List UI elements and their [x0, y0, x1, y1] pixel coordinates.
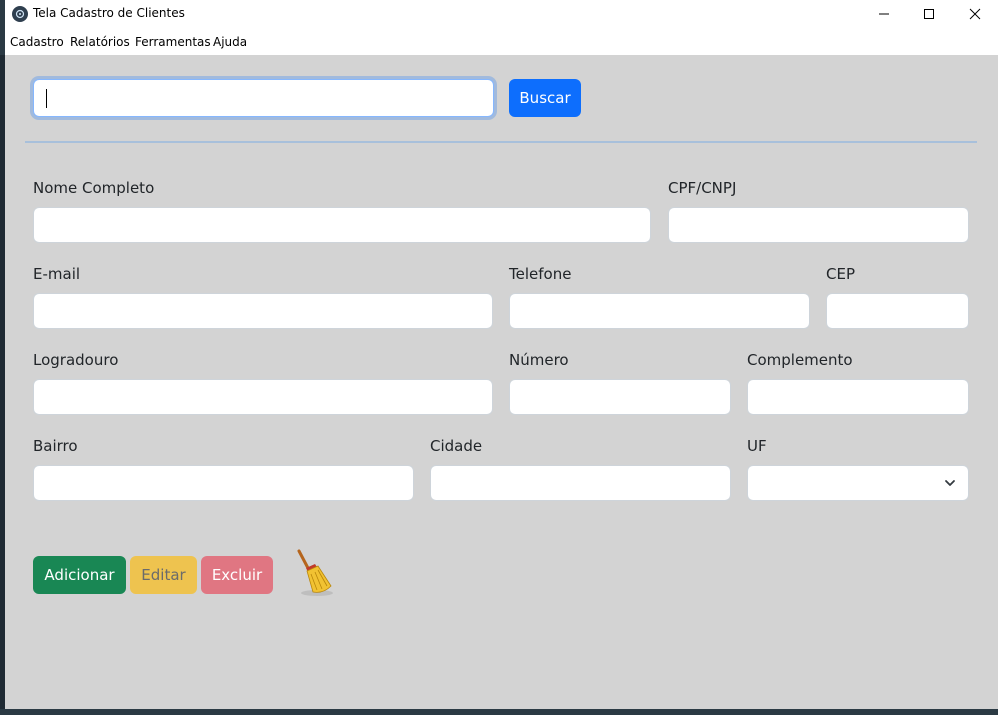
email-field[interactable] [33, 293, 493, 329]
cpf-label: CPF/CNPJ [668, 179, 737, 197]
title-bar: Tela Cadastro de Clientes [5, 0, 998, 28]
broom-icon[interactable] [289, 548, 339, 598]
search-input[interactable] [33, 79, 494, 117]
menu-ajuda[interactable]: Ajuda [213, 35, 247, 49]
nome-label: Nome Completo [33, 179, 155, 197]
numero-label: Número [509, 351, 569, 369]
close-button[interactable] [952, 0, 998, 28]
telefone-label: Telefone [509, 265, 572, 283]
adicionar-button[interactable]: Adicionar [33, 556, 126, 594]
menu-relatorios[interactable]: Relatórios [70, 35, 130, 49]
telefone-field[interactable] [509, 293, 810, 329]
chevron-down-icon [945, 480, 955, 486]
email-label: E-mail [33, 265, 81, 283]
numero-field[interactable] [509, 379, 731, 415]
uf-select[interactable] [747, 465, 969, 501]
search-button[interactable]: Buscar [509, 79, 581, 117]
desktop-taskbar-strip [0, 709, 998, 715]
excluir-button[interactable]: Excluir [201, 556, 273, 594]
bairro-field[interactable] [33, 465, 414, 501]
uf-label: UF [747, 437, 767, 455]
nome-field[interactable] [33, 207, 651, 243]
cidade-field[interactable] [430, 465, 731, 501]
editar-button[interactable]: Editar [130, 556, 197, 594]
cpf-field[interactable] [668, 207, 969, 243]
complemento-field[interactable] [747, 379, 969, 415]
maximize-icon [924, 9, 934, 19]
cep-field[interactable] [826, 293, 969, 329]
app-window: Tela Cadastro de Clientes Cadastro Relat… [5, 0, 998, 709]
app-icon [12, 6, 28, 22]
cidade-label: Cidade [430, 437, 483, 455]
minimize-icon [879, 13, 889, 15]
maximize-button[interactable] [906, 0, 952, 28]
logradouro-field[interactable] [33, 379, 493, 415]
cep-label: CEP [826, 265, 855, 283]
window-title: Tela Cadastro de Clientes [33, 6, 185, 20]
complemento-label: Complemento [747, 351, 853, 369]
minimize-button[interactable] [861, 0, 907, 28]
text-caret [46, 89, 47, 108]
logradouro-label: Logradouro [33, 351, 119, 369]
menu-ferramentas[interactable]: Ferramentas [135, 35, 211, 49]
menu-cadastro[interactable]: Cadastro [10, 35, 64, 49]
close-icon [969, 8, 981, 20]
menu-bar: Cadastro Relatórios Ferramentas Ajuda [5, 28, 998, 55]
bairro-label: Bairro [33, 437, 78, 455]
section-divider [25, 141, 977, 143]
